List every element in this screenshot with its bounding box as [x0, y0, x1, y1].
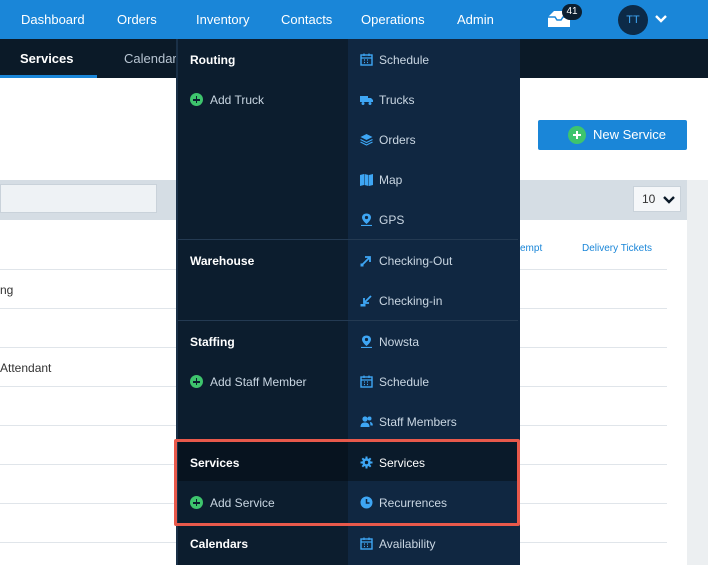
menu-item-label: GPS — [379, 213, 405, 227]
section-title-staffing: Staffing — [190, 335, 235, 349]
map-icon — [360, 174, 373, 186]
menu-item-label: Trucks — [379, 93, 415, 107]
avatar[interactable]: TT — [618, 5, 648, 35]
table-row[interactable]: Attendant — [0, 361, 51, 375]
menu-item-label: Map — [379, 173, 403, 187]
location-pin-icon — [361, 213, 372, 226]
section-title-routing: Routing — [190, 53, 236, 67]
notification-count-badge: 41 — [562, 4, 582, 20]
users-icon — [360, 416, 373, 427]
add-circle-icon — [190, 375, 203, 388]
plus-icon — [568, 126, 586, 144]
section-title-warehouse: Warehouse — [190, 254, 255, 268]
add-truck-label: Add Truck — [210, 93, 265, 107]
per-page-select[interactable]: 10 — [633, 186, 681, 212]
arrow-out-icon — [360, 256, 371, 267]
section-title-calendars: Calendars — [190, 537, 249, 551]
search-input[interactable] — [0, 184, 157, 213]
section-divider — [178, 320, 518, 321]
column-header-delivery-tickets[interactable]: Delivery Tickets — [582, 243, 652, 254]
menu-item-label: Checking-Out — [379, 254, 453, 268]
section-divider — [178, 239, 518, 240]
new-service-button[interactable]: New Service — [538, 120, 687, 150]
services-highlight-annotation — [174, 439, 520, 526]
nav-admin[interactable]: Admin — [457, 0, 494, 39]
menu-item-label: Staff Members — [379, 415, 457, 429]
chevron-down-icon[interactable] — [654, 12, 668, 26]
menu-item-label: Availability — [379, 537, 436, 551]
add-circle-icon — [190, 93, 203, 106]
menu-item-label: Checking-in — [379, 294, 443, 308]
top-navigation-bar: Dashboard Orders Inventory Contacts Oper… — [0, 0, 708, 39]
per-page-value: 10 — [642, 192, 656, 206]
menu-item-label: Orders — [379, 133, 416, 147]
column-header-tax-exempt[interactable]: empt — [520, 243, 542, 254]
tab-services[interactable]: Services — [20, 39, 74, 78]
calendar-icon — [360, 375, 373, 388]
layers-icon — [360, 134, 373, 146]
nav-contacts[interactable]: Contacts — [281, 0, 332, 39]
arrow-in-icon — [360, 295, 372, 307]
menu-item-label: Schedule — [379, 53, 430, 67]
chevron-down-icon — [663, 196, 675, 204]
nav-operations[interactable]: Operations — [361, 0, 425, 39]
add-staff-member-label: Add Staff Member — [210, 375, 307, 389]
tab-calendars[interactable]: Calendars — [124, 39, 183, 78]
table-row[interactable]: ng — [0, 283, 13, 297]
calendar-icon — [360, 53, 373, 66]
calendar-icon — [360, 537, 373, 550]
page-scroll-gutter — [687, 180, 708, 565]
menu-item-label: Nowsta — [379, 335, 420, 349]
menu-item-label: Schedule — [379, 375, 430, 389]
location-pin-icon — [361, 335, 372, 348]
new-service-label: New Service — [593, 127, 666, 142]
nav-orders[interactable]: Orders — [117, 0, 157, 39]
nav-dashboard[interactable]: Dashboard — [21, 0, 85, 39]
truck-icon — [360, 96, 373, 105]
nav-inventory[interactable]: Inventory — [196, 0, 249, 39]
